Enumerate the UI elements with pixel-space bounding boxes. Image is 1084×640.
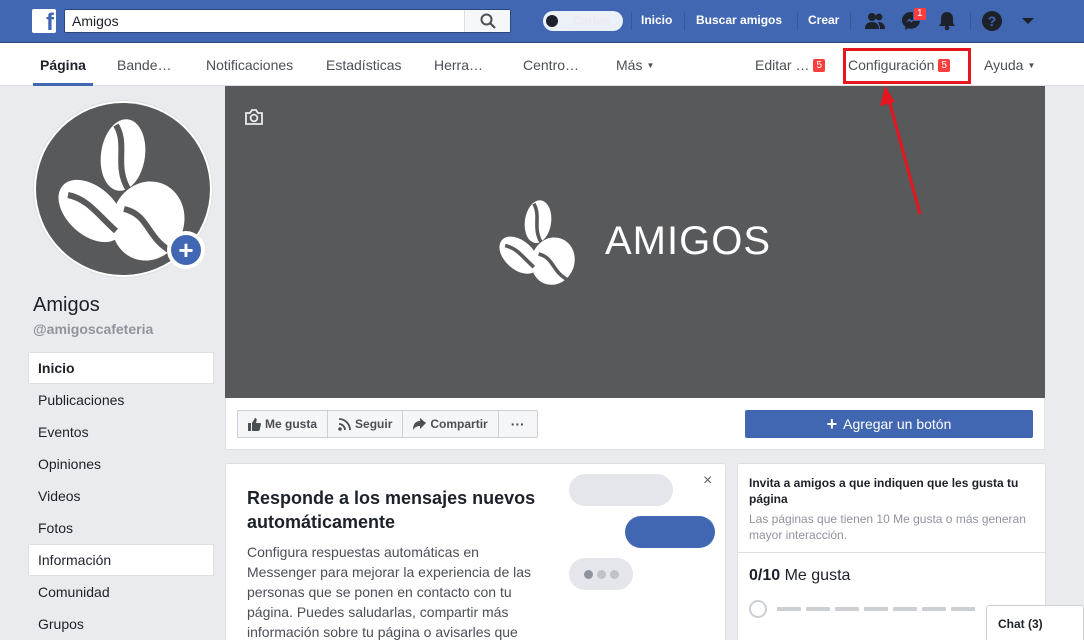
sidebar-item-about[interactable]: Información bbox=[28, 544, 214, 576]
coffee-beans-logo-icon bbox=[499, 200, 575, 285]
tab-help-label: Ayuda bbox=[984, 57, 1024, 73]
progress-segment bbox=[777, 607, 801, 611]
progress-segment bbox=[922, 607, 946, 611]
divider bbox=[850, 12, 851, 30]
search-box bbox=[64, 9, 511, 33]
camera-icon[interactable] bbox=[244, 108, 264, 131]
divider bbox=[737, 552, 1046, 553]
close-icon[interactable]: × bbox=[703, 472, 712, 490]
chat-sidebar-tab[interactable]: Chat (3) bbox=[986, 605, 1084, 640]
sidebar-item-videos[interactable]: Videos bbox=[28, 480, 214, 512]
plus-icon: + bbox=[171, 235, 201, 265]
chat-bubble-illustration bbox=[625, 516, 715, 548]
tab-edit-page[interactable]: Editar … 5 bbox=[755, 57, 826, 73]
tab-more-label: Más bbox=[616, 57, 643, 73]
add-button-label: Agregar un botón bbox=[843, 416, 952, 432]
share-arrow-icon bbox=[413, 418, 427, 430]
like-button[interactable]: Me gusta bbox=[237, 410, 329, 438]
sidebar-item-photos[interactable]: Fotos bbox=[28, 512, 214, 544]
add-button-cta[interactable]: + Agregar un botón bbox=[745, 410, 1033, 438]
profile-shortcut[interactable]: Carlos bbox=[543, 11, 623, 31]
likes-count-label: Me gusta bbox=[784, 567, 851, 584]
progress-segment bbox=[806, 607, 830, 611]
avatar bbox=[546, 15, 558, 27]
edit-badge: 5 bbox=[813, 59, 826, 72]
create-link[interactable]: Crear bbox=[808, 13, 839, 27]
search-input[interactable] bbox=[65, 10, 465, 32]
active-tab-indicator bbox=[33, 83, 93, 86]
search-icon bbox=[480, 13, 496, 29]
notifications-bell-icon[interactable] bbox=[935, 10, 959, 32]
tab-center[interactable]: Centro… bbox=[523, 57, 579, 73]
sidebar-item-reviews[interactable]: Opiniones bbox=[28, 448, 214, 480]
logo-letter: f bbox=[46, 9, 54, 33]
chat-bubble-illustration bbox=[569, 474, 673, 506]
divider bbox=[631, 12, 632, 30]
home-link[interactable]: Inicio bbox=[641, 13, 672, 27]
help-icon[interactable]: ? bbox=[980, 10, 1004, 32]
tab-tools[interactable]: Herra… bbox=[434, 57, 483, 73]
autoreply-card-title: Responde a los mensajes nuevos automátic… bbox=[247, 488, 536, 532]
search-button[interactable] bbox=[464, 10, 510, 32]
tab-notifications[interactable]: Notificaciones bbox=[206, 57, 293, 73]
find-friends-link[interactable]: Buscar amigos bbox=[696, 13, 782, 27]
share-button[interactable]: Compartir bbox=[402, 410, 499, 438]
thumbs-up-icon bbox=[248, 417, 261, 431]
tab-edit-label: Editar … bbox=[755, 57, 810, 73]
divider bbox=[970, 12, 971, 30]
sidebar-item-events[interactable]: Eventos bbox=[28, 416, 214, 448]
likes-count: 0/10 bbox=[749, 567, 781, 584]
sidebar-item-groups[interactable]: Grupos bbox=[28, 608, 214, 640]
dot bbox=[583, 569, 593, 579]
messenger-badge: 1 bbox=[913, 7, 927, 21]
follow-label: Seguir bbox=[355, 417, 393, 431]
tab-inbox[interactable]: Bande… bbox=[117, 57, 171, 73]
caret-down-icon: ▼ bbox=[1027, 61, 1036, 70]
dot bbox=[609, 569, 619, 579]
progress-knob bbox=[749, 600, 767, 618]
divider bbox=[797, 12, 798, 30]
top-navigation-bar: f Carlos Inicio Buscar amigos Crear 1 ? bbox=[0, 0, 1084, 43]
tab-help[interactable]: Ayuda ▼ bbox=[984, 57, 1035, 73]
sidebar-item-home[interactable]: Inicio bbox=[28, 352, 214, 384]
page-action-buttons: Me gusta Seguir Compartir ··· bbox=[237, 410, 538, 438]
caret-down-icon: ▼ bbox=[646, 61, 655, 70]
progress-segment bbox=[951, 607, 975, 611]
invite-card-title[interactable]: Invita a amigos a que indiquen que les g… bbox=[749, 475, 1034, 507]
progress-segment bbox=[864, 607, 888, 611]
sidebar-item-posts[interactable]: Publicaciones bbox=[28, 384, 214, 416]
account-menu-chevron-icon[interactable] bbox=[1016, 10, 1040, 32]
add-profile-photo-button[interactable]: + bbox=[167, 231, 205, 269]
svg-text:?: ? bbox=[988, 13, 997, 29]
profile-name: Carlos bbox=[573, 14, 611, 28]
tab-insights[interactable]: Estadísticas bbox=[326, 57, 401, 73]
facebook-logo-icon[interactable]: f bbox=[32, 9, 56, 33]
cover-brand-text: AMIGOS bbox=[605, 219, 772, 263]
dot bbox=[596, 569, 606, 579]
likes-progress-label: 0/10 Me gusta bbox=[749, 567, 850, 585]
sidebar-item-community[interactable]: Comunidad bbox=[28, 576, 214, 608]
progress-segment bbox=[893, 607, 917, 611]
more-dots-icon: ··· bbox=[510, 416, 525, 432]
page-sidebar-nav: Inicio Publicaciones Eventos Opiniones V… bbox=[28, 352, 214, 640]
rss-icon bbox=[338, 417, 351, 431]
divider bbox=[684, 12, 685, 30]
annotation-highlight-box bbox=[843, 48, 971, 84]
autoreply-card-body: Configura respuestas automáticas en Mess… bbox=[247, 544, 532, 640]
page-handle[interactable]: @amigoscafeteria bbox=[33, 321, 153, 337]
share-label: Compartir bbox=[430, 417, 488, 431]
likes-progress-bar bbox=[749, 600, 989, 618]
like-label: Me gusta bbox=[265, 417, 318, 431]
progress-segment bbox=[835, 607, 859, 611]
page-name[interactable]: Amigos bbox=[33, 294, 100, 317]
tab-page[interactable]: Página bbox=[40, 57, 86, 73]
follow-button[interactable]: Seguir bbox=[327, 410, 404, 438]
invite-card-subtitle: Las páginas que tienen 10 Me gusta o más… bbox=[749, 512, 1026, 542]
plus-icon: + bbox=[826, 414, 838, 434]
tab-more[interactable]: Más ▼ bbox=[616, 57, 654, 73]
more-options-button[interactable]: ··· bbox=[497, 410, 538, 438]
typing-indicator-illustration bbox=[569, 558, 633, 590]
friend-requests-icon[interactable] bbox=[863, 10, 887, 32]
